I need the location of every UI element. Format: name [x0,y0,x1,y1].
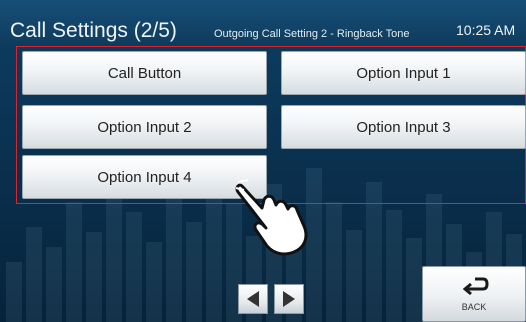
call-button-label: Call Button [107,64,182,82]
triangle-right-icon [283,291,295,307]
option-input-1-label: Option Input 1 [356,64,451,82]
return-arrow-icon [463,277,489,296]
pointing-hand-icon [235,179,308,256]
triangle-left-icon [247,291,259,307]
call-button-option[interactable]: Call Button [22,51,267,95]
back-label: BACK [461,302,487,312]
option-input-2-button[interactable]: Option Input 2 [22,105,267,149]
next-page-button[interactable] [274,284,304,314]
page-subtitle: Outgoing Call Setting 2 - Ringback Tone [214,28,410,40]
back-button[interactable]: BACK [422,266,526,322]
option-input-4-button[interactable]: Option Input 4 [22,155,267,199]
page-title: Call Settings (2/5) [10,19,177,42]
header-bar: Call Settings (2/5) Outgoing Call Settin… [0,0,526,44]
option-input-4-label: Option Input 4 [97,168,192,186]
previous-page-button[interactable] [238,284,268,314]
option-input-3-button[interactable]: Option Input 3 [281,105,526,149]
option-input-3-label: Option Input 3 [356,118,451,136]
option-input-2-label: Option Input 2 [97,118,192,136]
clock: 10:25 AM [456,22,516,38]
option-input-1-button[interactable]: Option Input 1 [281,51,526,95]
